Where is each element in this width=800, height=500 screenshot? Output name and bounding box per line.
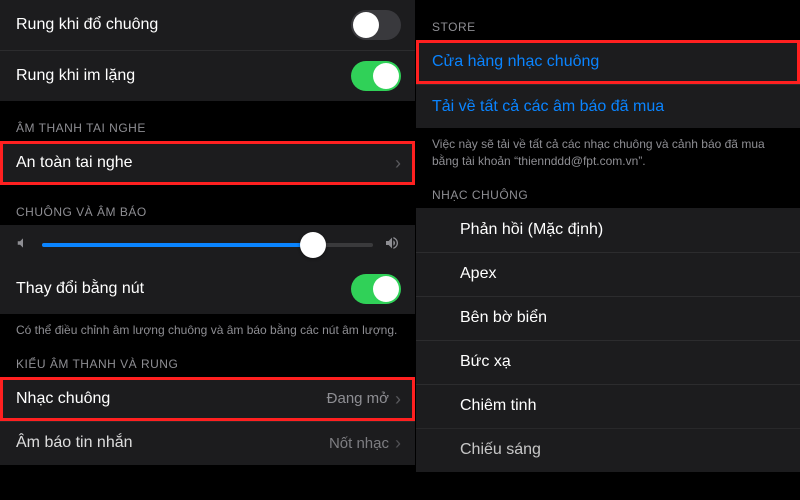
change-with-buttons-row[interactable]: Thay đổi bằng nút	[0, 264, 415, 314]
ringtone-label: Bức xạ	[460, 353, 511, 371]
ringtones-list-header: NHẠC CHUÔNG	[416, 174, 800, 208]
headphone-safety-row-group: An toàn tai nghe ›	[0, 141, 415, 185]
ringtone-item[interactable]: Chiếu sáng	[416, 428, 800, 472]
row-label: An toàn tai nghe	[16, 154, 395, 172]
change-with-buttons-toggle[interactable]	[351, 274, 401, 304]
row-label: Nhạc chuông	[16, 390, 327, 408]
volume-high-icon	[383, 235, 401, 254]
tone-store-row[interactable]: Cửa hàng nhạc chuông	[416, 40, 800, 84]
row-label: Cửa hàng nhạc chuông	[432, 53, 786, 71]
ringtone-label: Bên bờ biển	[460, 309, 547, 327]
row-value: Nốt nhạc	[329, 435, 389, 452]
text-tone-row[interactable]: Âm báo tin nhắn Nốt nhạc ›	[0, 421, 415, 465]
store-group: Cửa hàng nhạc chuông Tải về tất cả các â…	[416, 40, 800, 128]
pattern-group: Nhạc chuông Đang mở › Âm báo tin nhắn Nố…	[0, 377, 415, 465]
row-label: Tải về tất cả các âm báo đã mua	[432, 98, 786, 116]
ringtone-item[interactable]: Apex	[416, 252, 800, 296]
ringer-group: Thay đổi bằng nút	[0, 225, 415, 314]
vibrate-on-silent-toggle[interactable]	[351, 61, 401, 91]
download-purchased-row[interactable]: Tải về tất cả các âm báo đã mua	[416, 84, 800, 128]
row-label: Âm báo tin nhắn	[16, 434, 329, 452]
vibrate-group: Rung khi đổ chuông Rung khi im lặng	[0, 0, 415, 101]
ringer-alerts-header: CHUÔNG VÀ ÂM BÁO	[0, 185, 415, 225]
download-note: Việc này sẽ tải về tất cả các nhạc chuôn…	[416, 128, 800, 174]
ringtone-row[interactable]: Nhạc chuông Đang mở ›	[0, 377, 415, 421]
ringtones-list: Phản hồi (Mặc định) Apex Bên bờ biển Bức…	[416, 208, 800, 472]
volume-low-icon	[14, 236, 32, 253]
ringtone-label: Chiêm tinh	[460, 397, 536, 415]
slider-thumb[interactable]	[300, 232, 326, 258]
ringtone-item[interactable]: Bức xạ	[416, 340, 800, 384]
ringtone-item[interactable]: Bên bờ biển	[416, 296, 800, 340]
sound-vibration-patterns-header: KIỂU ÂM THANH VÀ RUNG	[0, 343, 415, 377]
store-header: STORE	[416, 0, 800, 40]
vibrate-on-silent-row[interactable]: Rung khi im lặng	[0, 50, 415, 101]
headphone-safety-row[interactable]: An toàn tai nghe ›	[0, 141, 415, 185]
ringtone-item[interactable]: Phản hồi (Mặc định)	[416, 208, 800, 252]
ringer-volume-row[interactable]	[0, 225, 415, 264]
volume-slider[interactable]	[42, 243, 373, 247]
ringtone-label: Apex	[460, 265, 496, 283]
ringtone-label: Phản hồi (Mặc định)	[460, 221, 603, 239]
slider-fill	[42, 243, 313, 247]
vibrate-on-ring-toggle[interactable]	[351, 10, 401, 40]
ringer-volume-note: Có thể điều chỉnh âm lượng chuông và âm …	[0, 314, 415, 343]
sounds-settings-pane: Rung khi đổ chuông Rung khi im lặng ÂM T…	[0, 0, 416, 500]
chevron-right-icon: ›	[395, 154, 401, 172]
chevron-right-icon: ›	[395, 434, 401, 452]
ringtone-label: Chiếu sáng	[460, 441, 541, 459]
ringtone-item[interactable]: Chiêm tinh	[416, 384, 800, 428]
headphone-audio-header: ÂM THANH TAI NGHE	[0, 101, 415, 141]
row-label: Rung khi đổ chuông	[16, 16, 351, 34]
row-value: Đang mở	[327, 390, 389, 407]
row-label: Rung khi im lặng	[16, 67, 351, 85]
vibrate-on-ring-row[interactable]: Rung khi đổ chuông	[0, 0, 415, 50]
ringtone-detail-pane: STORE Cửa hàng nhạc chuông Tải về tất cả…	[416, 0, 800, 500]
chevron-right-icon: ›	[395, 390, 401, 408]
row-label: Thay đổi bằng nút	[16, 280, 351, 298]
